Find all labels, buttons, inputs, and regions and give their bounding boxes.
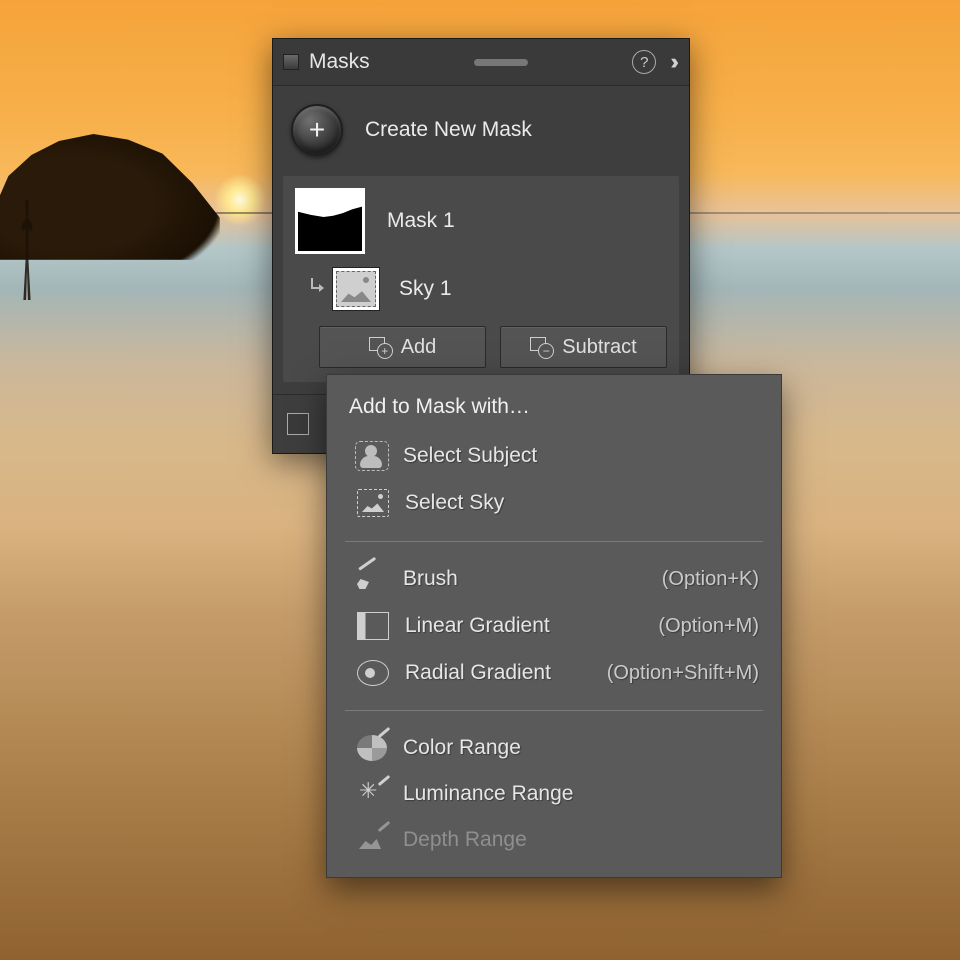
brush-icon [357, 566, 387, 592]
menu-separator [345, 541, 763, 542]
background-photo: Masks ? ›› + Create New Mask Mask 1 Sky … [0, 0, 960, 960]
menu-item-label: Brush [403, 567, 662, 591]
menu-item-depth-range: Depth Range [327, 817, 781, 863]
mask-row[interactable]: Mask 1 [291, 184, 671, 260]
menu-item-select-sky[interactable]: Select Sky [327, 479, 781, 527]
create-new-mask-row[interactable]: + Create New Mask [273, 86, 689, 176]
add-button[interactable]: + Add [319, 326, 486, 368]
menu-item-shortcut: (Option+Shift+M) [607, 662, 759, 685]
menu-item-radial-gradient[interactable]: Radial Gradient (Option+Shift+M) [327, 650, 781, 696]
menu-item-linear-gradient[interactable]: Linear Gradient (Option+M) [327, 602, 781, 650]
dock-icon[interactable] [283, 54, 299, 70]
mask-component-row[interactable]: Sky 1 [291, 260, 671, 314]
menu-separator [345, 710, 763, 711]
menu-item-brush[interactable]: Brush (Option+K) [327, 556, 781, 602]
menu-item-label: Select Sky [405, 491, 759, 515]
add-to-mask-menu: Add to Mask with… Select Subject Select … [326, 374, 782, 878]
menu-item-label: Linear Gradient [405, 614, 658, 638]
help-icon[interactable]: ? [632, 50, 656, 74]
add-mask-icon: + [369, 337, 391, 357]
luminance-range-icon [357, 781, 387, 807]
subtract-mask-icon: − [530, 337, 552, 357]
select-sky-icon [357, 489, 389, 517]
mask-name-label: Mask 1 [387, 209, 455, 233]
panel-header[interactable]: Masks ? ›› [273, 39, 689, 86]
menu-title: Add to Mask with… [327, 375, 781, 433]
linear-gradient-icon [357, 612, 389, 640]
create-new-mask-label: Create New Mask [365, 118, 532, 142]
panel-title: Masks [309, 50, 370, 74]
component-thumbnail-icon[interactable] [333, 268, 379, 310]
rock-silhouette [0, 120, 220, 260]
menu-item-label: Select Subject [403, 444, 759, 468]
footer-checkbox[interactable] [287, 413, 309, 435]
mask-group: Mask 1 Sky 1 + Add − Subtract [283, 176, 679, 382]
menu-item-label: Depth Range [403, 828, 759, 852]
child-arrow-icon [307, 280, 325, 298]
menu-item-luminance-range[interactable]: Luminance Range [327, 771, 781, 817]
depth-range-icon [357, 827, 387, 853]
drag-handle-icon[interactable] [474, 59, 528, 66]
menu-item-label: Radial Gradient [405, 661, 607, 685]
radial-gradient-icon [357, 660, 389, 686]
menu-item-shortcut: (Option+M) [658, 615, 759, 638]
subtract-button-label: Subtract [562, 336, 636, 359]
mask-thumbnail-icon[interactable] [295, 188, 365, 254]
menu-item-color-range[interactable]: Color Range [327, 725, 781, 771]
menu-item-label: Color Range [403, 736, 759, 760]
menu-item-select-subject[interactable]: Select Subject [327, 433, 781, 479]
add-button-label: Add [401, 336, 437, 359]
mask-action-buttons: + Add − Subtract [291, 314, 671, 370]
menu-item-label: Luminance Range [403, 782, 759, 806]
menu-item-shortcut: (Option+K) [662, 568, 759, 591]
plus-icon[interactable]: + [291, 104, 343, 156]
subtract-button[interactable]: − Subtract [500, 326, 667, 368]
color-range-icon [357, 735, 387, 761]
component-name-label: Sky 1 [399, 277, 452, 301]
collapse-icon[interactable]: ›› [670, 49, 673, 75]
select-subject-icon [357, 443, 387, 469]
